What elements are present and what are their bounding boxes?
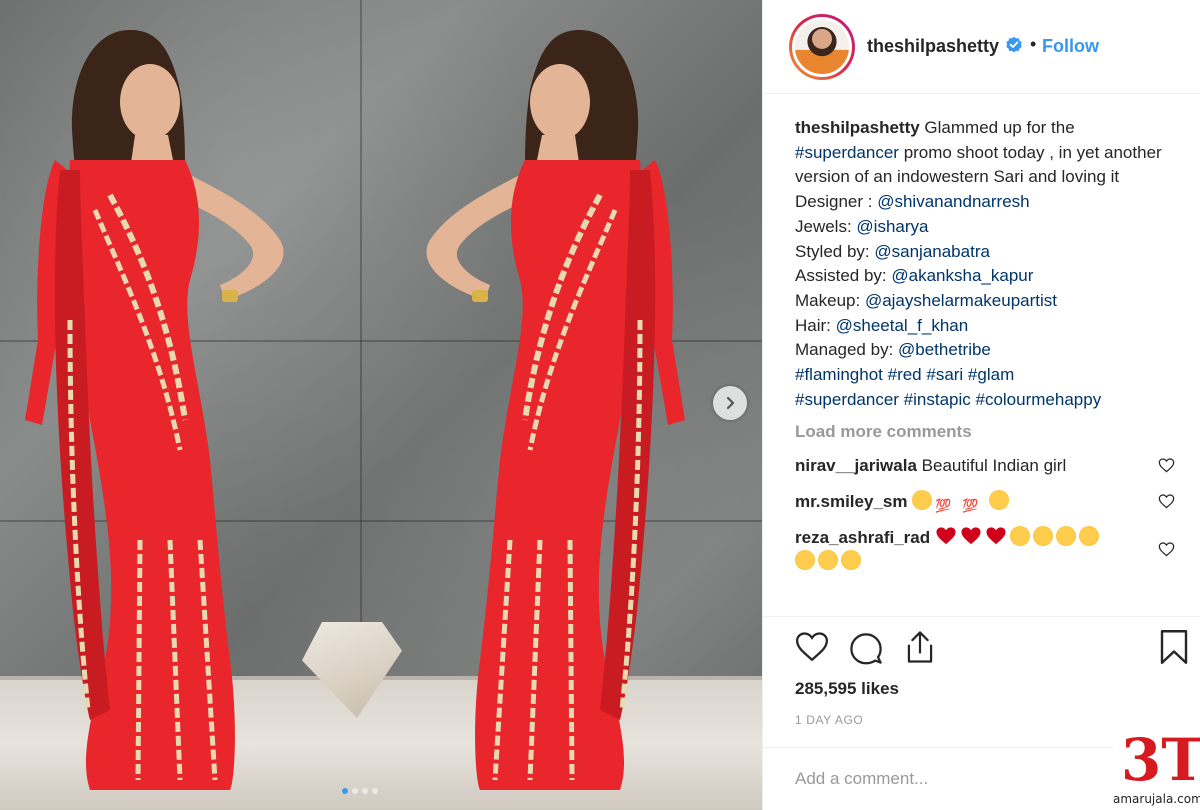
separator-bullet: • [1030, 34, 1037, 54]
mention-link[interactable]: @isharya [856, 217, 928, 236]
hundred-emoji-icon: 💯 [935, 498, 952, 514]
mention-link[interactable]: @sanjanabatra [874, 242, 990, 261]
hashtag-link[interactable]: #superdancer [795, 143, 899, 162]
mention-link[interactable]: @akanksha_kapur [891, 266, 1033, 285]
red-heart-emoji-icon [936, 527, 956, 545]
watermark: 3T amarujala.com [1113, 728, 1200, 810]
kiss-emoji-icon [989, 490, 1010, 511]
likes-count[interactable]: 285,595 likes [795, 679, 899, 699]
comment-text: Beautiful Indian girl [921, 456, 1067, 476]
mention-link[interactable]: @sheetal_f_khan [836, 316, 969, 335]
caption-label: Managed by: [795, 340, 899, 360]
comment-username[interactable]: reza_ashrafi_rad [795, 528, 930, 547]
comment-input[interactable] [795, 766, 1095, 792]
carousel-dot [342, 788, 348, 794]
post-header: theshilpashetty • Follow [763, 0, 1200, 94]
caption-label: Jewels: [795, 216, 857, 236]
mention-link[interactable]: @ajayshelarmakeupartist [865, 291, 1057, 310]
mention-link[interactable]: @bethetribe [898, 340, 991, 359]
red-heart-emoji-icon [961, 527, 981, 545]
comment-username[interactable]: nirav__jariwala [795, 456, 917, 475]
caption-username[interactable]: theshilpashetty [795, 118, 920, 137]
comment-item: reza_ashrafi_rad [795, 526, 1175, 574]
carousel-dot [352, 788, 358, 794]
carousel-dot [372, 788, 378, 794]
caption-label: Hair: [795, 315, 836, 335]
carousel-next-button[interactable] [713, 386, 747, 420]
watermark-site: amarujala.com [1113, 792, 1200, 806]
caption-label: Designer : [795, 192, 878, 212]
grin-emoji-icon [1009, 526, 1030, 547]
heart-icon[interactable] [795, 631, 829, 663]
post-caption: theshilpashetty Glammed up for the #supe… [795, 116, 1175, 412]
kiss-emoji-icon [841, 550, 861, 571]
wall-seam [360, 0, 362, 680]
kiss-emoji-icon [795, 550, 815, 571]
mention-link[interactable]: @shivanandnarresh [877, 192, 1029, 211]
caption-label: Makeup: [795, 290, 865, 310]
load-more-comments-button[interactable]: Load more comments [795, 422, 1175, 442]
heart-eyes-emoji-icon [912, 490, 933, 511]
chevron-right-icon [726, 396, 735, 410]
red-heart-emoji-icon [986, 527, 1006, 545]
comment-item: mr.smiley_sm 💯 💯 [795, 490, 1175, 514]
watermark-logo: 3T [1121, 726, 1200, 794]
hashtag-links[interactable]: #flaminghot #red #sari #glam [795, 365, 1014, 384]
heart-small-icon[interactable] [1158, 542, 1175, 557]
comment-item: nirav__jariwala Beautiful Indian girl [795, 454, 1175, 478]
avatar-image [792, 17, 852, 77]
caption-label: Assisted by: [795, 266, 892, 286]
comments-section: theshilpashetty Glammed up for the #supe… [795, 116, 1175, 616]
post-sidebar: theshilpashetty • Follow theshilpashetty… [762, 0, 1200, 810]
caption-label: Styled by: [795, 241, 875, 261]
grin-emoji-icon [1032, 526, 1053, 547]
hundred-emoji-icon: 💯 [962, 498, 979, 514]
follow-button[interactable]: Follow [1042, 36, 1099, 57]
heart-small-icon[interactable] [1158, 494, 1175, 509]
avatar[interactable] [789, 14, 855, 80]
carousel-dot [362, 788, 368, 794]
caption-text: Glammed up for the [919, 118, 1075, 137]
bookmark-icon[interactable] [1159, 629, 1189, 665]
post-timestamp[interactable]: 1 DAY AGO [795, 713, 863, 727]
model-figure-left [10, 20, 330, 810]
heart-eyes-emoji-icon [1055, 526, 1076, 547]
kiss-emoji-icon [818, 550, 838, 571]
comment-username[interactable]: mr.smiley_sm [795, 492, 907, 511]
heart-eyes-emoji-icon [1078, 526, 1099, 547]
model-figure-right [380, 20, 700, 810]
comment-icon[interactable] [849, 631, 883, 665]
hashtag-links[interactable]: #superdancer #instapic #colourmehappy [795, 390, 1101, 409]
carousel-dots [342, 788, 378, 794]
post-image[interactable] [0, 0, 762, 810]
share-icon[interactable] [903, 629, 937, 665]
header-username[interactable]: theshilpashetty [867, 36, 999, 57]
verified-badge-icon [1006, 36, 1022, 53]
comment-emojis: 💯 💯 [912, 490, 1012, 514]
heart-small-icon[interactable] [1158, 458, 1175, 473]
